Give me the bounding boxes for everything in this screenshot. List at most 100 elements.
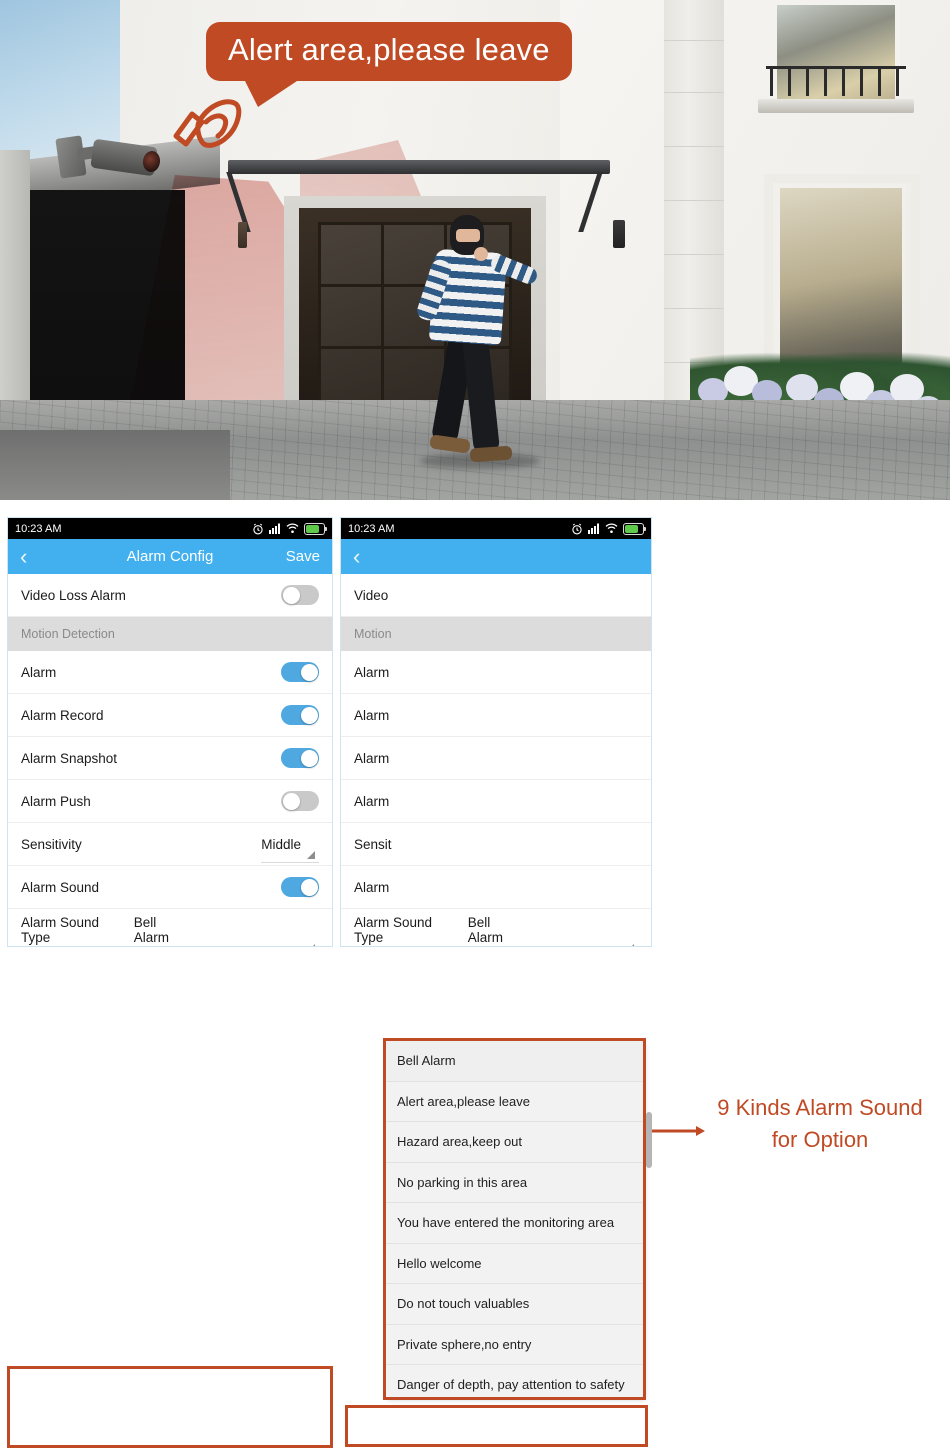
list-item[interactable]: Alarm Snapshot <box>8 737 332 780</box>
dropdown-option[interactable]: Private sphere,no entry <box>386 1324 643 1365</box>
back-button[interactable]: ‹ <box>353 545 360 568</box>
page-title: Alarm Config <box>126 548 214 565</box>
row-label: Alarm Snapshot <box>21 750 118 766</box>
toggle-alarm-snapshot[interactable] <box>281 748 319 768</box>
list-item[interactable]: Alarm <box>341 694 651 737</box>
list-item-alarm-sound-type[interactable]: Alarm Sound Type Bell Alarm <box>341 909 651 946</box>
dropdown-option[interactable]: You have entered the monitoring area <box>386 1203 643 1244</box>
entrance-canopy <box>228 160 610 174</box>
row-label: Alarm <box>21 664 57 680</box>
list-item-alarm-sound-type[interactable]: Alarm Sound Type Bell Alarm <box>8 909 332 946</box>
battery-icon <box>623 522 646 535</box>
battery-icon <box>304 522 327 535</box>
highlight-box-alarm-sound-type <box>345 1405 648 1447</box>
wall-lamp-icon <box>613 220 625 248</box>
sensitivity-select[interactable]: Middle <box>261 836 319 863</box>
row-label: Sensitivity <box>21 836 82 852</box>
row-label: Alarm Sound Type <box>21 915 100 945</box>
dropdown-option[interactable]: Danger of depth, pay attention to safety <box>386 1365 643 1397</box>
row-label: Alarm <box>354 793 390 809</box>
speech-bubble-text: Alert area,please leave <box>228 32 550 67</box>
phone-screen-alarm-sound-list: 10:23 AM ‹ Video Motion Alarm Alarm Alar… <box>340 517 652 947</box>
hero-photo: Alert area,please leave <box>0 0 950 500</box>
row-label: Alarm Sound Type <box>354 915 433 945</box>
list-item[interactable]: Video Loss Alarm <box>8 574 332 617</box>
row-label: Alarm Sound <box>21 879 100 895</box>
row-label: Alarm <box>354 750 390 766</box>
dropdown-option[interactable]: Bell Alarm <box>386 1041 643 1082</box>
section-label: Motion Detection <box>21 627 115 641</box>
status-bar: 10:23 AM <box>8 518 332 539</box>
list-item-sensitivity[interactable]: Sensitivity Middle <box>8 823 332 866</box>
list-item[interactable]: Alarm Push <box>8 780 332 823</box>
row-label: Video <box>354 587 389 603</box>
row-label: Sensit <box>354 836 392 852</box>
driveway <box>0 430 230 500</box>
status-time: 10:23 AM <box>348 522 395 535</box>
toggle-alarm-record[interactable] <box>281 705 319 725</box>
dropdown-option[interactable]: Hazard area,keep out <box>386 1122 643 1163</box>
dropdown-option[interactable]: No parking in this area <box>386 1162 643 1203</box>
nav-bar: ‹ Alarm Config Save <box>8 539 332 574</box>
dropdown-scrollbar[interactable] <box>646 1112 652 1168</box>
list-item-alarm-sound[interactable]: Alarm Sound <box>8 866 332 909</box>
alarm-sound-type-select[interactable]: Bell Alarm <box>467 915 638 946</box>
list-item-sensitivity[interactable]: Sensit <box>341 823 651 866</box>
wifi-icon <box>605 523 618 533</box>
list-item[interactable]: Alarm <box>8 651 332 694</box>
dropdown-caret-icon <box>307 944 315 946</box>
alarm-sound-type-value: Bell Alarm <box>467 915 504 945</box>
alarm-clock-icon <box>572 523 582 534</box>
list-item[interactable]: Alarm <box>341 651 651 694</box>
list-item[interactable]: Alarm <box>341 737 651 780</box>
save-button[interactable]: Save <box>286 548 320 565</box>
status-bar: 10:23 AM <box>341 518 651 539</box>
annotation-line-1: 9 Kinds Alarm Sound <box>717 1095 923 1120</box>
toggle-alarm[interactable] <box>281 662 319 682</box>
dropdown-option[interactable]: Alert area,please leave <box>386 1081 643 1122</box>
sensitivity-value: Middle <box>261 836 301 852</box>
status-icons <box>252 522 327 535</box>
row-label: Alarm <box>354 879 390 895</box>
annotation-line-2: for Option <box>771 1126 869 1152</box>
annotation-text: 9 Kinds Alarm Sound for Option <box>700 1092 940 1156</box>
arrow-right-icon <box>652 1126 705 1136</box>
section-header-motion-detection: Motion Detection <box>8 617 332 651</box>
dropdown-caret-icon <box>626 944 634 946</box>
toggle-alarm-push[interactable] <box>281 791 319 811</box>
list-item[interactable]: Video <box>341 574 651 617</box>
dropdown-option[interactable]: Do not touch valuables <box>386 1284 643 1325</box>
phone-screen-alarm-config: 10:23 AM ‹ Alarm Config Save Video Loss … <box>7 517 333 947</box>
list-item-alarm-sound[interactable]: Alarm <box>341 866 651 909</box>
intercom-post-left <box>238 222 247 248</box>
toggle-alarm-sound[interactable] <box>281 877 319 897</box>
settings-list: Video Loss Alarm Motion Detection Alarm … <box>8 574 332 946</box>
intruder-figure <box>404 215 554 485</box>
row-label: Alarm Push <box>21 793 91 809</box>
megaphone-icon <box>173 99 242 148</box>
list-item[interactable]: Alarm Record <box>8 694 332 737</box>
signal-icon <box>269 523 280 534</box>
signal-icon <box>588 523 599 534</box>
section-label: Motion <box>354 627 392 641</box>
alarm-sound-dropdown[interactable]: Bell Alarm Alert area,please leave Hazar… <box>386 1041 643 1397</box>
bottom-ui-area: 10:23 AM ‹ Alarm Config Save Video Loss … <box>0 500 950 1448</box>
dropdown-option[interactable]: Hello welcome <box>386 1243 643 1284</box>
alarm-sound-type-select[interactable]: Bell Alarm <box>133 915 319 946</box>
alarm-clock-icon <box>253 523 263 534</box>
balcony-railing <box>766 66 906 100</box>
nav-bar: ‹ <box>341 539 651 574</box>
alarm-sound-type-value: Bell Alarm <box>133 915 170 945</box>
back-button[interactable]: ‹ <box>20 545 27 568</box>
status-icons <box>571 522 646 535</box>
dropdown-caret-icon <box>307 850 315 859</box>
status-time: 10:23 AM <box>15 522 62 535</box>
list-item[interactable]: Alarm <box>341 780 651 823</box>
row-label: Alarm <box>354 664 390 680</box>
toggle-video-loss-alarm[interactable] <box>281 585 319 605</box>
settings-list: Video Motion Alarm Alarm Alarm Alarm Sen… <box>341 574 651 946</box>
wifi-icon <box>286 523 299 533</box>
section-header-motion-detection: Motion <box>341 617 651 651</box>
highlight-box-alarm-sound <box>7 1366 333 1448</box>
row-label: Video Loss Alarm <box>21 587 126 603</box>
